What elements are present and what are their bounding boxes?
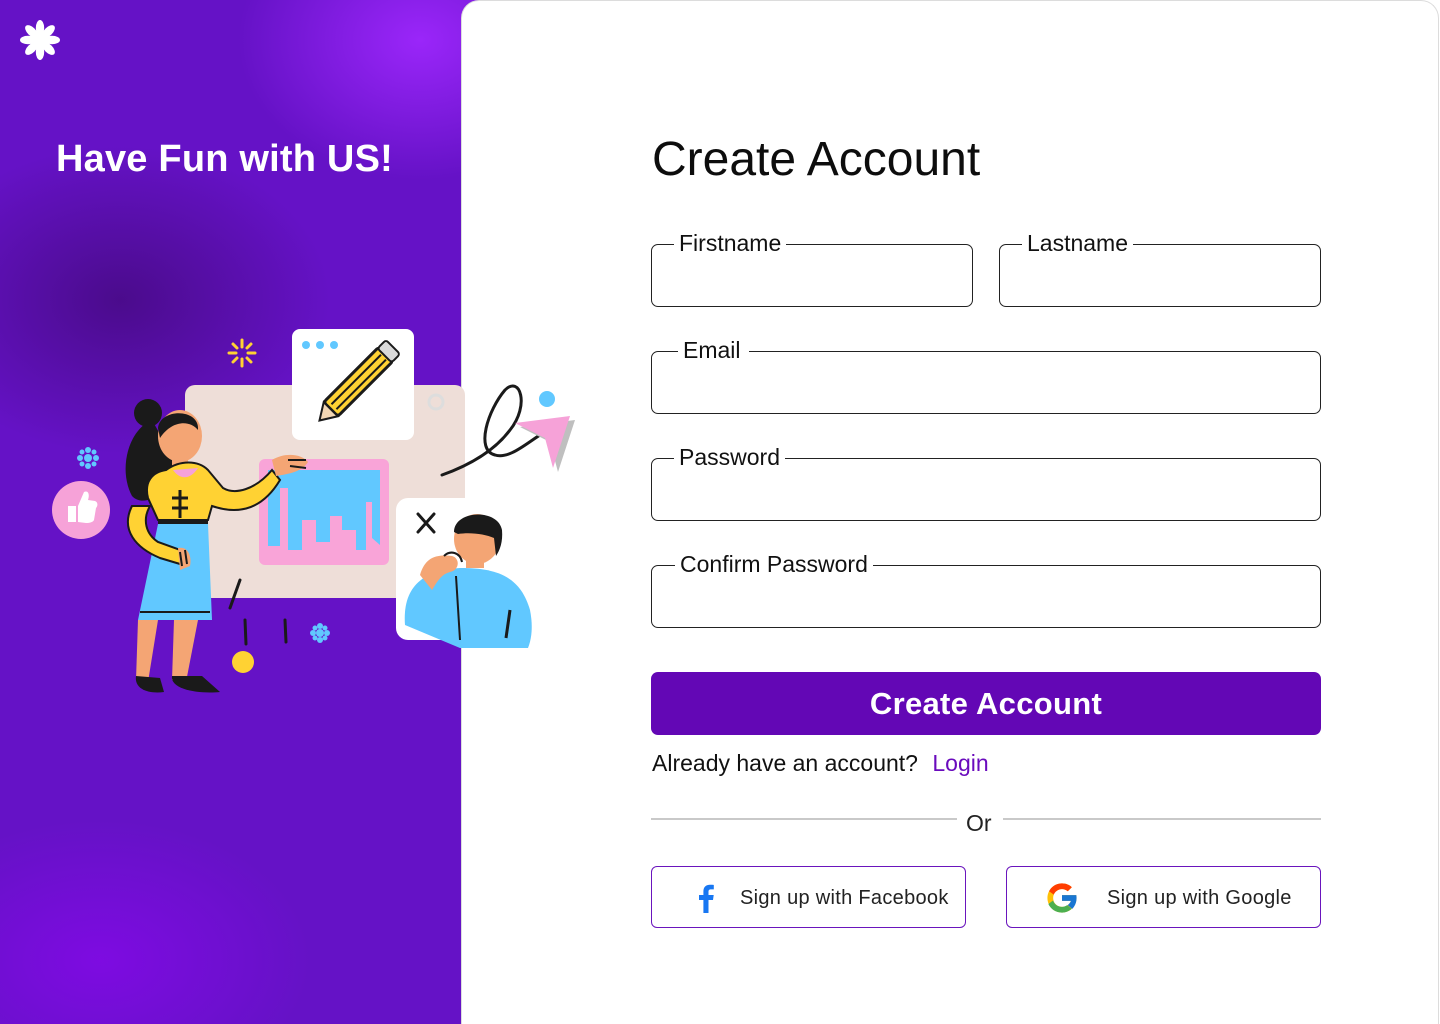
lastname-field: Lastname [999,228,1321,307]
password-field: Password [651,442,1321,521]
password-label: Password [674,442,785,472]
brand-logo-icon [20,20,60,60]
presentation-illustration [52,329,575,693]
lastname-label: Lastname [1022,228,1134,258]
hero-title: Have Fun with US! [56,138,393,180]
confirm-password-label: Confirm Password [675,549,873,579]
form-title: Create Account [652,133,981,186]
email-label: Email [678,335,749,365]
divider-or-text: Or [966,810,992,836]
login-link[interactable]: Login [932,750,988,776]
confirm-password-field: Confirm Password [651,549,1321,628]
firstname-label: Firstname [674,228,787,258]
divider-line-left [651,818,957,820]
login-prompt-row: Already have an account? Login [652,746,989,780]
google-signup-button[interactable]: Sign up with Google [1006,866,1321,928]
email-field: Email [651,335,1321,414]
create-account-button[interactable]: Create Account [651,672,1321,735]
facebook-icon [699,884,714,913]
email-input[interactable] [652,352,1320,413]
firstname-field: Firstname [651,228,973,307]
google-signup-label: Sign up with Google [1107,887,1292,909]
divider-line-right [1003,818,1321,820]
facebook-signup-button[interactable]: Sign up with Facebook [651,866,966,928]
facebook-signup-label: Sign up with Facebook [740,887,949,909]
google-icon [1047,883,1078,913]
login-prompt-text: Already have an account? [652,750,918,776]
